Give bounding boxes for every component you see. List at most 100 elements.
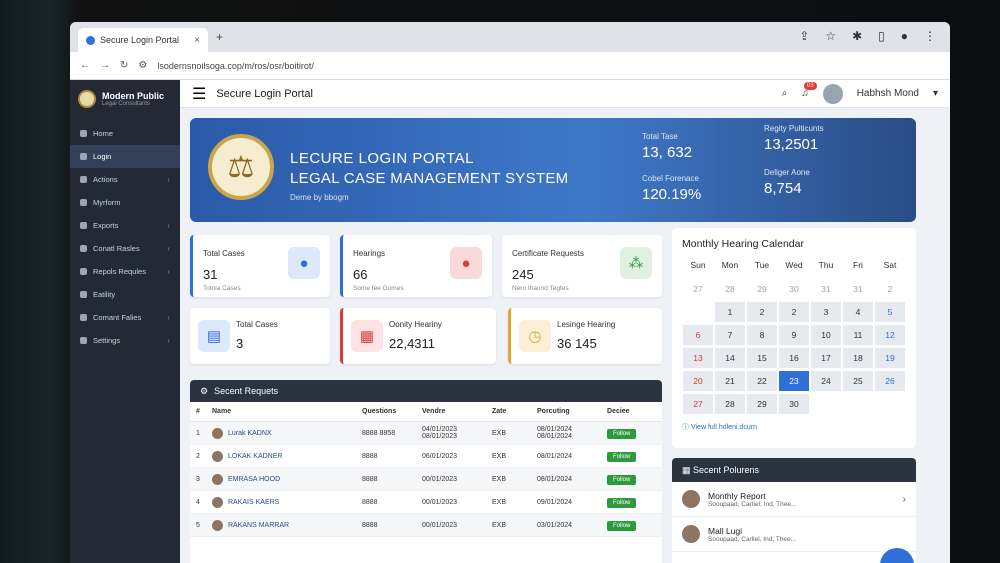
table-row[interactable]: 4 RAKAIS KAERS 8888 00/01/2023 EXB 09/01… [190, 491, 662, 514]
table-row[interactable]: 1 Lurak KADNX 8888 8858 04/01/2023 08/01… [190, 422, 662, 445]
sidebar-item-conatl-rasles[interactable]: Conatl Rasles ‹ [70, 237, 180, 260]
table-row[interactable]: 5 RAKANS MARRAR 8888 00/01/2023 EXB 03/0… [190, 514, 662, 537]
calendar-day[interactable]: 15 [747, 348, 777, 368]
sidepanel-icon[interactable]: ▯ [878, 29, 885, 43]
calendar-day[interactable]: 31 [811, 279, 841, 299]
calendar-day[interactable]: 10 [811, 325, 841, 345]
calendar-link[interactable]: ⓘ View full hdleni.dcurn [682, 422, 906, 432]
sidebar-item-login[interactable]: Login [70, 145, 180, 168]
calendar-day[interactable]: 24 [811, 371, 841, 391]
calendar-day[interactable]: 16 [779, 348, 809, 368]
sidebar-item-repols-requles[interactable]: Repols Requles ‹ [70, 260, 180, 283]
calendar-day[interactable]: 20 [683, 371, 713, 391]
calendar-day[interactable]: 29 [747, 394, 777, 414]
calendar-link-text[interactable]: View full hdleni.dcurn [691, 424, 757, 431]
calendar-day[interactable]: 12 [875, 325, 905, 345]
column-header[interactable]: Vendre [422, 408, 492, 415]
calendar-day[interactable]: 31 [843, 279, 873, 299]
forward-icon[interactable]: → [100, 60, 110, 71]
column-header[interactable]: Deciee [607, 408, 657, 415]
calendar-day[interactable]: 2 [779, 302, 809, 322]
calendar-day[interactable]: 9 [779, 325, 809, 345]
list-item[interactable]: Mall Lugi Sooupaad, Carllel, Ind, Thee..… [672, 517, 916, 552]
calendar-day[interactable]: 18 [843, 348, 873, 368]
share-icon[interactable]: ⇪ [799, 29, 809, 43]
calendar-day[interactable]: 30 [779, 394, 809, 414]
star-icon[interactable]: ☆ [825, 29, 836, 43]
follow-button[interactable]: Follow [607, 474, 637, 485]
calendar-day[interactable]: 30 [779, 279, 809, 299]
sidebar-item-exports[interactable]: Exports ‹ [70, 214, 180, 237]
back-icon[interactable]: ← [80, 60, 90, 71]
url-field[interactable]: lsodernsnoilsoga.cop/m/ros/osr/boitirot/ [157, 61, 314, 71]
extensions-icon[interactable]: ✱ [852, 29, 862, 43]
row-name[interactable]: Lurak KADNX [228, 430, 272, 437]
stat-card-certificate-requests[interactable]: Certificate Requests 245 Nero Ihaond Teg… [502, 235, 662, 297]
bell-icon[interactable]: ♫ 03 [801, 82, 817, 99]
row-name[interactable]: RAKANS MARRAR [228, 522, 289, 529]
calendar-day[interactable]: 28 [715, 394, 745, 414]
menu-icon[interactable]: ⋮ [924, 29, 936, 43]
column-header[interactable]: Porcuting [537, 408, 607, 415]
reload-icon[interactable]: ↻ [120, 60, 128, 71]
calendar-day[interactable]: 25 [843, 371, 873, 391]
user-name[interactable]: Habhsh Mond [857, 88, 919, 99]
calendar-day[interactable]: 2 [747, 302, 777, 322]
stat-card-total-cases[interactable]: Total Cases 31 Totnia Cases ● [190, 235, 330, 297]
sidebar-item-eatility[interactable]: Eatility [70, 283, 180, 306]
calendar-day[interactable]: 19 [875, 348, 905, 368]
calendar-day[interactable]: 7 [715, 325, 745, 345]
calendar-day[interactable]: 28 [715, 279, 745, 299]
search-icon[interactable]: ⌕ [782, 88, 788, 99]
calendar-day[interactable]: 13 [683, 348, 713, 368]
calendar-day[interactable]: 22 [747, 371, 777, 391]
row-name[interactable]: LOKAK KADNER [228, 453, 282, 460]
chevron-right-icon[interactable]: › [903, 494, 906, 505]
row-name[interactable]: RAKAIS KAERS [228, 499, 279, 506]
calendar-day[interactable]: 26 [875, 371, 905, 391]
calendar-day[interactable]: 1 [715, 302, 745, 322]
follow-button[interactable]: Follow [607, 451, 637, 462]
calendar-day[interactable]: 29 [747, 279, 777, 299]
chevron-down-icon[interactable]: ▾ [933, 88, 938, 99]
avatar[interactable] [822, 83, 843, 104]
calendar-day[interactable]: 8 [747, 325, 777, 345]
browser-tab[interactable]: Secure Login Portal × [78, 28, 208, 52]
calendar-day[interactable]: 3 [811, 302, 841, 322]
follow-button[interactable]: Follow [607, 520, 637, 531]
sidebar-item-home[interactable]: Home [70, 122, 180, 145]
stat-card-hearings[interactable]: Hearings 66 Some fee Gomes ● [340, 235, 492, 297]
sidebar-item-settings[interactable]: Settings ‹ [70, 329, 180, 352]
sidebar-item-myrform[interactable]: Myrform [70, 191, 180, 214]
new-tab-button[interactable]: + [216, 30, 223, 44]
stat-card-total-cases-2[interactable]: ▤ Total Cases 3 [190, 308, 330, 364]
calendar-day[interactable]: 2 [875, 279, 905, 299]
calendar-day[interactable]: 23 [779, 371, 809, 391]
follow-button[interactable]: Follow [607, 428, 637, 439]
close-tab-icon[interactable]: × [194, 35, 200, 46]
sidebar-item-comant-falies[interactable]: Comant Falies ‹ [70, 306, 180, 329]
calendar-day[interactable]: 21 [715, 371, 745, 391]
column-header[interactable]: Zate [492, 408, 537, 415]
column-header[interactable]: Name [212, 408, 362, 415]
row-name[interactable]: EMRASA HOOD [228, 476, 280, 483]
table-row[interactable]: 3 EMRASA HOOD 8888 00/01/2023 EXB 08/01/… [190, 468, 662, 491]
calendar-day[interactable]: 27 [683, 394, 713, 414]
calendar-day[interactable]: 27 [683, 279, 713, 299]
stat-card-oonity-hearing[interactable]: ▦ Oonity Heariny 22,4311 [340, 308, 496, 364]
list-item[interactable]: Monthly Report Sooupaad, Cartiel, Ind, T… [672, 482, 916, 517]
profile-icon[interactable]: ● [901, 29, 908, 43]
calendar-day[interactable]: 4 [843, 302, 873, 322]
follow-button[interactable]: Follow [607, 497, 637, 508]
column-header[interactable]: Questions [362, 408, 422, 415]
stat-card-lesinge-hearing[interactable]: ◷ Lesinge Hearing 36 145 [508, 308, 662, 364]
calendar-day[interactable]: 14 [715, 348, 745, 368]
calendar-day[interactable]: 6 [683, 325, 713, 345]
hamburger-icon[interactable]: ☰ [192, 84, 206, 104]
site-info-icon[interactable]: ⚙ [138, 60, 147, 71]
calendar-day[interactable]: 11 [843, 325, 873, 345]
table-row[interactable]: 2 LOKAK KADNER 8888 06/01/2023 EXB 08/01… [190, 445, 662, 468]
sidebar-item-actions[interactable]: Actions ‹ [70, 168, 180, 191]
calendar-day[interactable]: 5 [875, 302, 905, 322]
calendar-day[interactable]: 17 [811, 348, 841, 368]
